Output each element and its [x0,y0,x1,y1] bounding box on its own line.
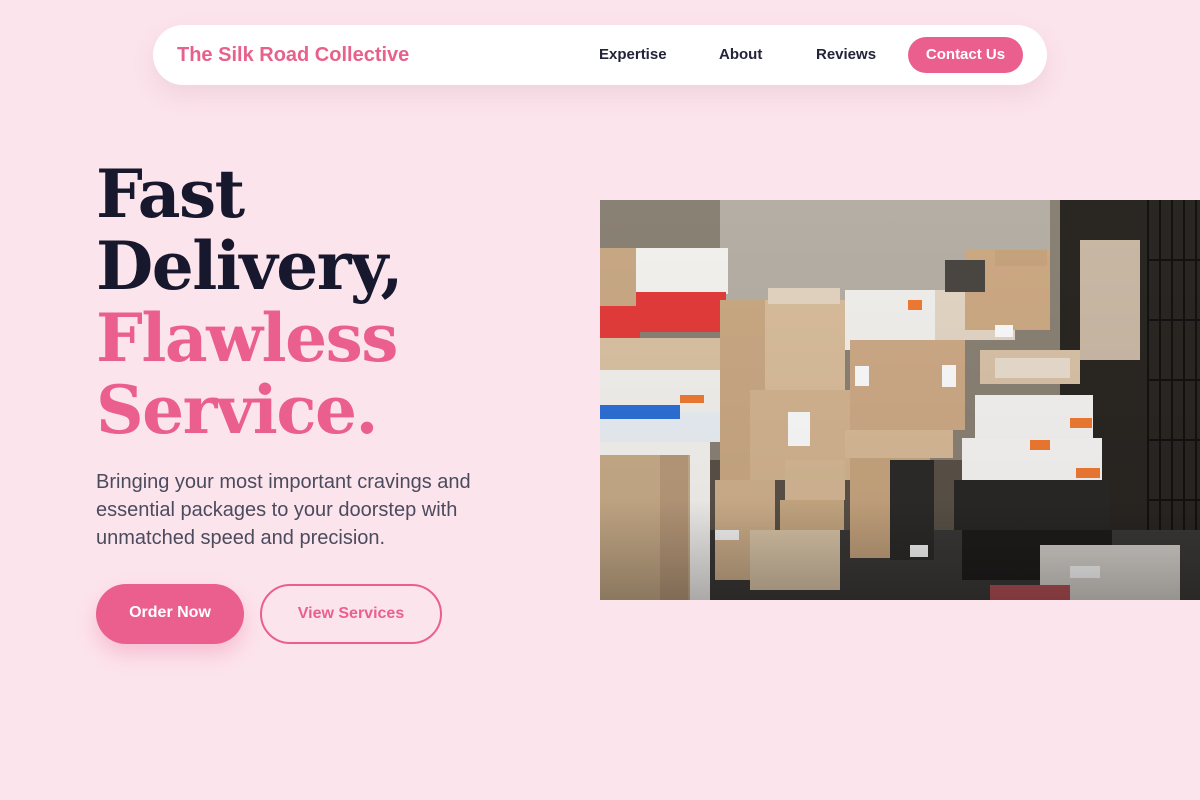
headline-line-delivery: Delivery, [96,227,404,305]
headline-line-service: Service. [96,371,379,449]
brand-logo-text[interactable]: The Silk Road Collective [177,25,409,85]
top-navbar: The Silk Road Collective Expertise About… [153,25,1047,85]
landing-page: The Silk Road Collective Expertise About… [0,0,1200,800]
hero-packages-photo [600,200,1200,600]
view-services-button[interactable]: View Services [260,584,442,644]
nav-link-reviews[interactable]: Reviews [816,25,876,85]
headline-line-flawless: Flawless [96,299,398,377]
packages-illustration [600,200,1200,600]
order-now-button[interactable]: Order Now [96,584,244,644]
nav-link-expertise[interactable]: Expertise [599,25,667,85]
contact-us-button[interactable]: Contact Us [908,37,1023,73]
hero-headline: Fast Delivery, Flawless Service. [96,155,404,449]
nav-link-about[interactable]: About [719,25,762,85]
hero-subtitle: Bringing your most important cravings an… [96,471,471,549]
headline-line-fast: Fast [96,155,245,233]
